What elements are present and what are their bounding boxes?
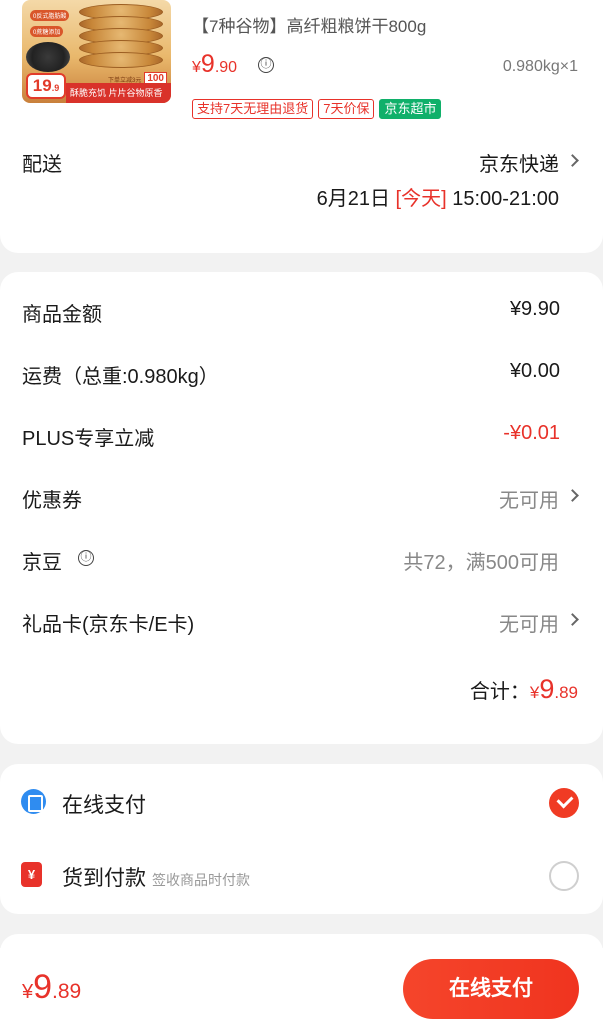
plus-discount-label: PLUS专享立减: [22, 428, 155, 450]
delivery-label: 配送: [22, 154, 62, 176]
image-price-badge: 19.9: [26, 73, 66, 99]
checkout-total-price: ¥9.89: [22, 968, 82, 1006]
total-label: 合计：: [469, 681, 530, 703]
tag-jd-supermarket: 京东超市: [379, 99, 442, 119]
jingdou-value: 共72，满500可用: [403, 552, 559, 574]
product-weight-quantity: 0.980kg×1: [502, 58, 578, 75]
pay-online-button[interactable]: 在线支付: [403, 959, 579, 1019]
online-pay-label[interactable]: 在线支付: [62, 789, 146, 819]
goods-amount-label: 商品金额: [22, 304, 102, 326]
shipping-value: ¥0.00: [509, 360, 560, 382]
image-tag-sugar: 0蔗糖添加: [30, 26, 64, 37]
product-title[interactable]: 【7种谷物】高纤粗粮饼干800g: [192, 12, 426, 37]
cod-option[interactable]: 货到付款 签收商品时付款: [62, 862, 250, 892]
cod-label: 货到付款: [62, 867, 146, 890]
cod-icon: ¥: [21, 862, 42, 887]
tag-return: 支持7天无理由退货: [192, 99, 314, 119]
delivery-time[interactable]: 6月21日 [今天] 15:00-21:00: [317, 182, 559, 211]
product-price: ¥9.90: [192, 50, 238, 78]
product-image[interactable]: 0反式脂肪酸 0蔗糖添加 19.9 下单立减3元 100 酥脆充饥 片片谷物原香: [22, 0, 171, 103]
chevron-right-icon[interactable]: [566, 613, 579, 626]
coupon-label: 优惠券: [22, 490, 82, 512]
image-tag-trans-fat: 0反式脂肪酸: [30, 10, 70, 21]
biscuit-stack-graphic: [79, 4, 163, 74]
chevron-right-icon[interactable]: [566, 154, 579, 167]
coupon-value[interactable]: 无可用: [499, 484, 559, 513]
image-promo-bar: 酥脆充饥 片片谷物原香: [66, 83, 171, 103]
jingdou-label: 京豆: [22, 552, 62, 574]
online-pay-icon: [21, 789, 46, 814]
product-card: 0反式脂肪酸 0蔗糖添加 19.9 下单立减3元 100 酥脆充饥 片片谷物原香…: [0, 0, 603, 253]
jingdou-info-icon[interactable]: ⓘ: [78, 550, 94, 566]
tag-price-protect: 7天价保: [318, 99, 375, 119]
goods-amount-value: ¥9.90: [509, 298, 560, 320]
checkout-bar: ¥9.89 在线支付: [0, 948, 603, 1027]
product-tags: 支持7天无理由退货 7天价保 京东超市: [192, 99, 442, 119]
price-summary-card: 商品金额 ¥9.90 运费（总重:0.980kg） ¥0.00 PLUS专享立减…: [0, 272, 603, 744]
cod-sublabel: 签收商品时付款: [152, 872, 250, 888]
gift-card-label: 礼品卡(京东卡/E卡): [22, 614, 195, 636]
online-pay-radio-checked[interactable]: [549, 788, 579, 818]
shipping-label: 运费（总重:0.980kg）: [22, 366, 219, 388]
delivery-carrier[interactable]: 京东快递: [479, 148, 559, 177]
chevron-right-icon[interactable]: [566, 489, 579, 502]
price-info-icon[interactable]: ⓘ: [258, 57, 274, 73]
order-total: 合计：¥9.89: [469, 674, 578, 704]
plus-discount-value: -¥0.01: [503, 422, 560, 444]
seeds-graphic: [26, 42, 70, 72]
payment-method-card: 在线支付 ¥ 货到付款 签收商品时付款: [0, 764, 603, 914]
cod-radio-unchecked[interactable]: [549, 861, 579, 891]
gift-card-value[interactable]: 无可用: [499, 608, 559, 637]
